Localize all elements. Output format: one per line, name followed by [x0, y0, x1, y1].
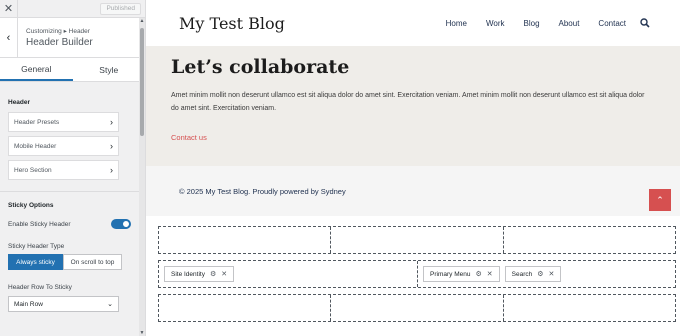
panel-scrollbar[interactable]: ▲ ▼ [139, 18, 145, 336]
builder-column[interactable] [159, 295, 332, 321]
site-identity-label: Site Identity [171, 270, 205, 278]
site-identity-component[interactable]: Site Identity ⚙ ✕ [164, 266, 235, 282]
menu-item-about[interactable]: About [559, 19, 580, 28]
menu-item-work[interactable]: Work [486, 19, 505, 28]
header-builder: Site Identity ⚙ ✕ Primary Menu ⚙ ✕ Searc… [158, 226, 676, 328]
menu-item-contact[interactable]: Contact [598, 19, 626, 28]
search-label: Search [511, 270, 533, 278]
builder-column[interactable] [159, 227, 332, 253]
always-sticky-option[interactable]: Always sticky [8, 254, 63, 270]
tab-general[interactable]: General [0, 58, 73, 81]
builder-main-row[interactable]: Site Identity ⚙ ✕ Primary Menu ⚙ ✕ Searc… [158, 260, 676, 288]
sticky-options-label: Sticky Options [8, 202, 54, 209]
scroll-up-icon[interactable]: ▲ [139, 18, 145, 24]
primary-menu-component[interactable]: Primary Menu ⚙ ✕ [423, 266, 500, 282]
header-presets-item[interactable]: Header Presets › [8, 112, 119, 132]
gear-icon[interactable]: ⚙ [537, 270, 543, 278]
section-header: ‹ Customizing ▸ Header Header Builder [0, 17, 145, 58]
sticky-type-label: Sticky Header Type [8, 243, 65, 250]
builder-column-right[interactable]: Primary Menu ⚙ ✕ Search ⚙ ✕ [418, 261, 675, 287]
primary-menu-label: Primary Menu [430, 270, 471, 278]
enable-sticky-label: Enable Sticky Header [8, 220, 71, 228]
builder-column-left[interactable]: Site Identity ⚙ ✕ [159, 261, 418, 287]
header-group-label: Header [8, 99, 31, 106]
enable-sticky-row: Enable Sticky Header [8, 219, 131, 229]
menu-item-blog[interactable]: Blog [524, 19, 540, 28]
hero-section-item[interactable]: Hero Section › [8, 160, 119, 180]
site-preview: My Test Blog Home Work Blog About Contac… [146, 0, 680, 336]
gear-icon[interactable]: ⚙ [475, 270, 481, 278]
close-icon[interactable]: ✕ [487, 270, 493, 278]
mobile-header-label: Mobile Header [14, 142, 57, 150]
footer-credits: © 2025 My Test Blog. Proudly powered by … [179, 187, 346, 196]
site-title[interactable]: My Test Blog [179, 14, 285, 33]
search-icon[interactable] [640, 18, 650, 28]
section-title: Header Builder [26, 37, 93, 48]
chevron-right-icon: › [110, 165, 113, 175]
builder-column[interactable] [504, 295, 675, 321]
builder-column[interactable] [504, 227, 675, 253]
on-scroll-option[interactable]: On scroll to top [63, 254, 122, 270]
site-footer: © 2025 My Test Blog. Proudly powered by … [146, 166, 680, 216]
builder-bottom-row[interactable] [158, 294, 676, 322]
header-presets-label: Header Presets [14, 118, 60, 126]
mobile-header-item[interactable]: Mobile Header › [8, 136, 119, 156]
hero-section: Let’s collaborate Amet minim mollit non … [146, 46, 680, 166]
builder-top-row[interactable] [158, 226, 676, 254]
close-icon[interactable]: ✕ [221, 270, 227, 278]
chevron-right-icon: › [110, 117, 113, 127]
search-component[interactable]: Search ⚙ ✕ [504, 266, 562, 282]
breadcrumb: Customizing ▸ Header [26, 28, 90, 35]
customizer-topbar: ✕ Published [0, 0, 145, 18]
primary-menu: Home Work Blog About Contact [427, 18, 650, 28]
panel-scroll-area: Header Header Presets › Mobile Header › … [0, 83, 139, 336]
row-to-sticky-value: Main Row [14, 300, 43, 308]
section-titles: Customizing ▸ Header Header Builder [18, 27, 93, 48]
customizer-panel: ✕ Published ‹ Customizing ▸ Header Heade… [0, 0, 146, 336]
panel-tabs: General Style [0, 58, 145, 82]
hero-section-label: Hero Section [14, 166, 52, 174]
row-to-sticky-select[interactable]: Main Row ⌄ [8, 296, 119, 312]
row-to-sticky-label: Header Row To Sticky [8, 284, 72, 291]
publish-button[interactable]: Published [100, 2, 141, 15]
chevron-left-icon[interactable]: ‹ [0, 17, 18, 58]
hero-title: Let’s collaborate [171, 56, 350, 78]
builder-column[interactable] [331, 227, 504, 253]
contact-us-link[interactable]: Contact us [171, 133, 655, 142]
chevron-up-icon: ⌃ [656, 194, 664, 205]
menu-item-home[interactable]: Home [446, 19, 467, 28]
close-icon[interactable]: ✕ [549, 270, 555, 278]
gear-icon[interactable]: ⚙ [210, 270, 216, 278]
scrollbar-thumb[interactable] [140, 28, 144, 136]
tab-style[interactable]: Style [73, 58, 146, 81]
hero-text: Amet minim mollit non deserunt ullamco e… [171, 92, 645, 112]
close-icon[interactable]: ✕ [0, 0, 18, 18]
divider [0, 191, 139, 192]
chevron-right-icon: › [110, 141, 113, 151]
site-header: My Test Blog Home Work Blog About Contac… [146, 0, 680, 46]
builder-column[interactable] [331, 295, 504, 321]
enable-sticky-toggle[interactable] [111, 219, 131, 229]
scroll-down-icon[interactable]: ▼ [139, 330, 145, 336]
chevron-down-icon: ⌄ [107, 301, 113, 308]
sticky-type-segmented: Always sticky On scroll to top [8, 254, 139, 270]
back-to-top-button[interactable]: ⌃ [649, 189, 671, 211]
